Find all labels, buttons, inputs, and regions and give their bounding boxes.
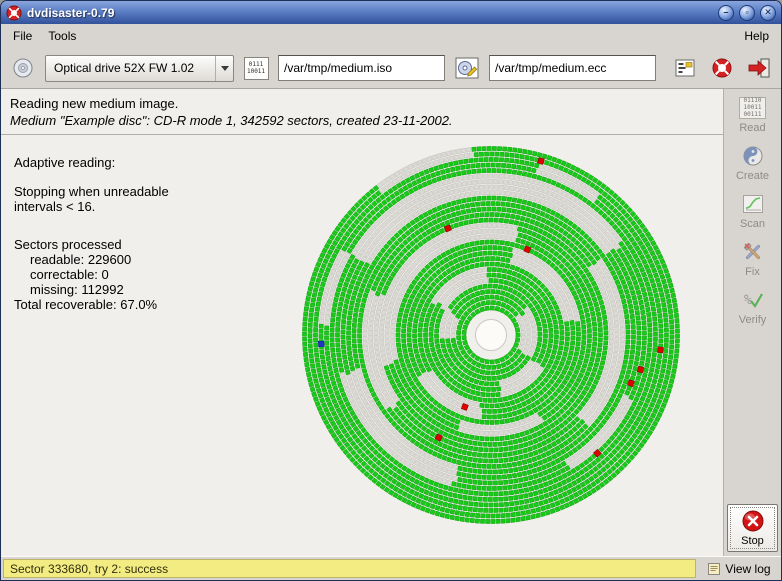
iso-icon-line: 10011 [247,68,265,75]
status-message: Sector 333680, try 2: success [3,559,696,578]
stat-value: 229600 [88,252,131,267]
quit-button[interactable] [744,53,774,83]
ecc-file-icon [455,57,479,79]
close-button[interactable]: ✕ [760,5,776,21]
titlebar: dvdisaster-0.79 – ▫ ✕ [1,1,781,24]
stat-label: readable: [30,252,84,267]
stopping-condition-line2: intervals < 16. [14,199,169,214]
svg-text:%: % [744,293,752,308]
stat-correctable: correctable: 0 [14,267,169,282]
drive-icon [11,56,35,80]
drive-select-value: Optical drive 52X FW 1.02 [54,61,215,75]
read-button[interactable]: 01110 10011 00111 Read [727,92,778,137]
view-log-button[interactable]: View log [699,559,779,578]
create-icon [742,144,764,168]
action-sidebar: 01110 10011 00111 Read Create [723,89,781,556]
main-area: Reading new medium image. Medium "Exampl… [1,89,781,556]
create-button-label: Create [736,170,769,182]
verify-button-label: Verify [739,314,767,326]
help-lifebuoy-icon [711,57,733,79]
minimize-button[interactable]: – [718,5,734,21]
stopping-condition-line1: Stopping when unreadable [14,184,169,199]
reading-work-area: Adaptive reading: Stopping when unreadab… [1,135,723,556]
stat-readable: readable: 229600 [14,252,169,267]
read-icon: 01110 10011 00111 [739,96,766,120]
read-icon-line: 00111 [743,111,761,118]
menu-help[interactable]: Help [736,26,777,46]
iso-path-input[interactable] [278,55,445,81]
scan-button-label: Scan [740,218,765,230]
scan-button[interactable]: Scan [727,188,778,233]
iso-file-icon: 0111 10011 [244,57,269,80]
stop-button-label: Stop [741,535,764,547]
verify-button[interactable]: % Verify [727,284,778,329]
create-button[interactable]: Create [727,140,778,185]
stat-label: missing: [30,282,78,297]
read-icon-line: 01110 [743,97,761,104]
total-recoverable-value: 67.0% [120,297,157,312]
app-icon [6,5,22,21]
menubar: File Tools Help [1,24,781,48]
stat-value: 0 [102,267,109,282]
stop-icon [741,509,765,533]
read-button-label: Read [739,122,765,134]
stat-value: 112992 [81,282,123,297]
app-window: dvdisaster-0.79 – ▫ ✕ File Tools Help Op… [0,0,782,581]
verify-icon: % [742,288,764,312]
fix-button-label: Fix [745,266,760,278]
iso-icon-line: 0111 [249,61,263,68]
drive-button[interactable] [8,53,38,83]
preferences-button[interactable] [670,53,700,83]
adaptive-reading-info: Adaptive reading: Stopping when unreadab… [14,155,169,312]
status-line-medium-info: Medium "Example disc": CD-R mode 1, 3425… [10,112,714,129]
status-line-primary: Reading new medium image. [10,95,714,112]
scan-icon [742,192,764,216]
view-log-label: View log [725,562,770,576]
ecc-path-input[interactable] [489,55,656,81]
menu-file[interactable]: File [5,26,40,46]
ecc-file-button[interactable] [452,53,482,83]
stop-button[interactable]: Stop [727,504,778,552]
total-recoverable-label: Total recoverable: [14,297,117,312]
menu-tools[interactable]: Tools [40,26,84,46]
window-title: dvdisaster-0.79 [27,6,713,20]
iso-file-button[interactable]: 0111 10011 [241,53,271,83]
disc-sector-visualization [289,135,693,537]
toolbar: Optical drive 52X FW 1.02 0111 10011 [1,48,781,89]
fix-icon [742,240,764,264]
total-recoverable: Total recoverable: 67.0% [14,297,169,312]
view-log-icon [707,562,721,576]
read-icon-line: 10011 [743,104,761,111]
stat-label: correctable: [30,267,98,282]
maximize-button[interactable]: ▫ [739,5,755,21]
stat-missing: missing: 112992 [14,282,169,297]
preferences-icon [674,57,696,79]
fix-button[interactable]: Fix [727,236,778,281]
content-column: Reading new medium image. Medium "Exampl… [1,89,723,556]
help-button[interactable] [707,53,737,83]
quit-icon [747,57,771,79]
adaptive-reading-heading: Adaptive reading: [14,155,169,170]
drive-select[interactable]: Optical drive 52X FW 1.02 [45,55,234,82]
message-panel: Reading new medium image. Medium "Exampl… [1,89,723,135]
drive-select-arrow[interactable] [215,56,233,81]
chevron-down-icon [221,66,229,71]
sectors-processed-heading: Sectors processed [14,237,169,252]
statusbar: Sector 333680, try 2: success View log [1,556,781,580]
